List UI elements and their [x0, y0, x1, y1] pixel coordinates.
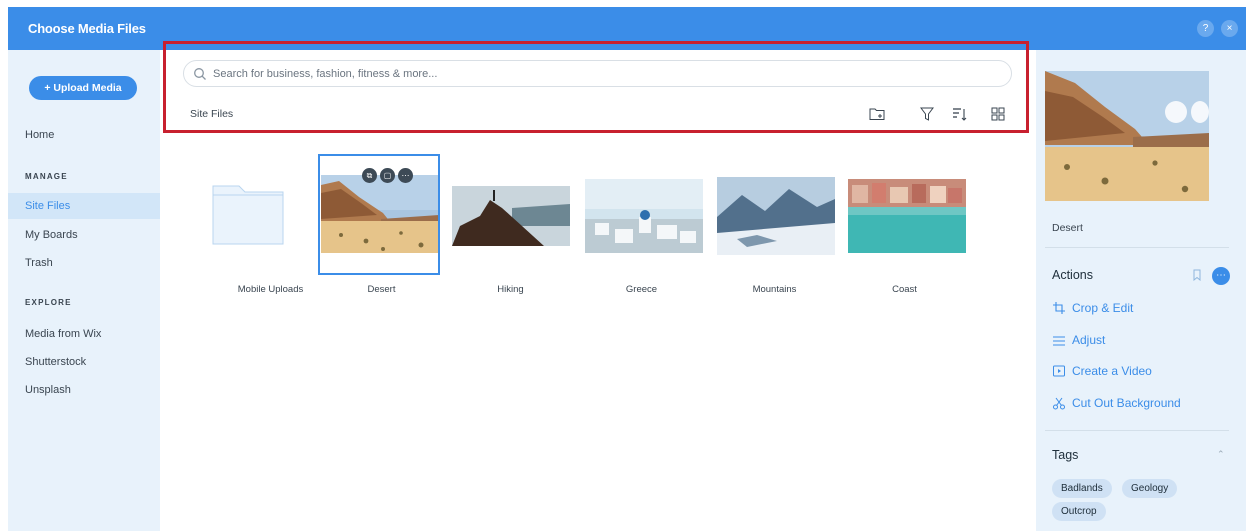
folder-mobile-uploads[interactable] — [200, 155, 321, 275]
hiking-thumbnail — [452, 186, 570, 246]
more-actions-button[interactable]: ⋯ — [1212, 267, 1230, 285]
chevron-up-icon[interactable]: ⌃ — [1217, 449, 1225, 460]
sort-icon[interactable] — [950, 105, 968, 123]
sidebar-item-home[interactable]: Home — [8, 122, 160, 148]
sidebar-item-unsplash[interactable]: Unsplash — [8, 377, 160, 403]
sliders-icon — [1053, 336, 1065, 346]
action-label: Cut Out Background — [1072, 396, 1181, 410]
divider — [1045, 247, 1229, 248]
cut-out-background-action[interactable]: Cut Out Background — [1052, 396, 1181, 410]
file-name: Desert — [1052, 222, 1083, 234]
item-label: Desert — [367, 284, 396, 295]
close-button[interactable]: × — [1221, 20, 1238, 37]
desert-preview-image — [1045, 71, 1209, 201]
new-folder-icon[interactable] — [868, 105, 886, 123]
expand-icon[interactable] — [1191, 101, 1209, 123]
greece-thumbnail — [585, 179, 703, 253]
sidebar-item-shutterstock[interactable]: Shutterstock — [8, 349, 160, 375]
folder-icon — [212, 185, 284, 245]
item-label: Greece — [625, 284, 658, 295]
scissors-icon — [1053, 397, 1065, 410]
item-label: Mountains — [752, 284, 797, 295]
help-button[interactable]: ? — [1197, 20, 1214, 37]
search-input[interactable] — [213, 67, 993, 80]
actions-heading: Actions — [1052, 268, 1093, 282]
tag-chip[interactable]: Badlands — [1052, 479, 1112, 498]
zoom-icon[interactable] — [1165, 101, 1187, 123]
image-hiking[interactable] — [447, 155, 570, 275]
mountains-thumbnail — [717, 177, 835, 255]
tags-heading: Tags — [1052, 448, 1079, 462]
crop-icon — [1053, 302, 1065, 314]
video-icon — [1053, 365, 1065, 377]
more-icon[interactable]: ⋯ — [398, 168, 413, 183]
filter-icon[interactable] — [918, 105, 936, 123]
bookmark-icon[interactable] — [1192, 269, 1202, 281]
media-manager-window: Choose Media Files ? × + Upload Media Ho… — [0, 0, 1253, 531]
item-label: Coast — [892, 284, 917, 295]
search-bar[interactable] — [183, 60, 1012, 87]
copy-icon[interactable]: ⧉ — [362, 168, 377, 183]
action-label: Adjust — [1072, 333, 1106, 347]
sidebar-item-media-from-wix[interactable]: Media from Wix — [8, 321, 160, 347]
breadcrumb: Site Files — [190, 108, 234, 120]
sidebar-item-my-boards[interactable]: My Boards — [8, 222, 160, 248]
action-label: Create a Video — [1072, 364, 1152, 378]
divider — [1045, 430, 1229, 431]
info-icon[interactable]: ▢ — [380, 168, 395, 183]
media-browser: Site Files — [160, 41, 1036, 531]
coast-thumbnail — [848, 179, 966, 253]
item-label: Hiking — [497, 284, 524, 295]
sidebar-item-site-files[interactable]: Site Files — [8, 193, 160, 219]
sidebar-item-trash[interactable]: Trash — [8, 250, 160, 276]
tag-chip[interactable]: Outcrop — [1052, 502, 1106, 521]
image-coast[interactable] — [843, 155, 966, 275]
highlight-box — [163, 41, 1029, 133]
item-quick-actions: ⧉ ▢ ⋯ — [362, 168, 413, 183]
image-mountains[interactable] — [712, 155, 835, 275]
explore-heading: EXPLORE — [25, 298, 72, 307]
manage-heading: MANAGE — [25, 172, 68, 181]
crop-edit-action[interactable]: Crop & Edit — [1052, 301, 1133, 315]
item-label: Mobile Uploads — [237, 284, 304, 295]
search-icon — [194, 67, 206, 80]
grid-view-icon[interactable] — [989, 105, 1007, 123]
details-panel: Desert Actions ⋯ Crop & Edit Adjust Crea… — [1036, 50, 1246, 531]
action-label: Crop & Edit — [1072, 301, 1134, 315]
image-greece[interactable] — [580, 155, 703, 275]
window-title: Choose Media Files — [28, 21, 146, 36]
upload-media-button[interactable]: + Upload Media — [29, 76, 137, 100]
tag-chip[interactable]: Geology — [1122, 479, 1178, 498]
create-video-action[interactable]: Create a Video — [1052, 364, 1152, 378]
adjust-action[interactable]: Adjust — [1052, 333, 1105, 347]
sidebar: + Upload Media Home MANAGE Site Files My… — [8, 50, 160, 531]
